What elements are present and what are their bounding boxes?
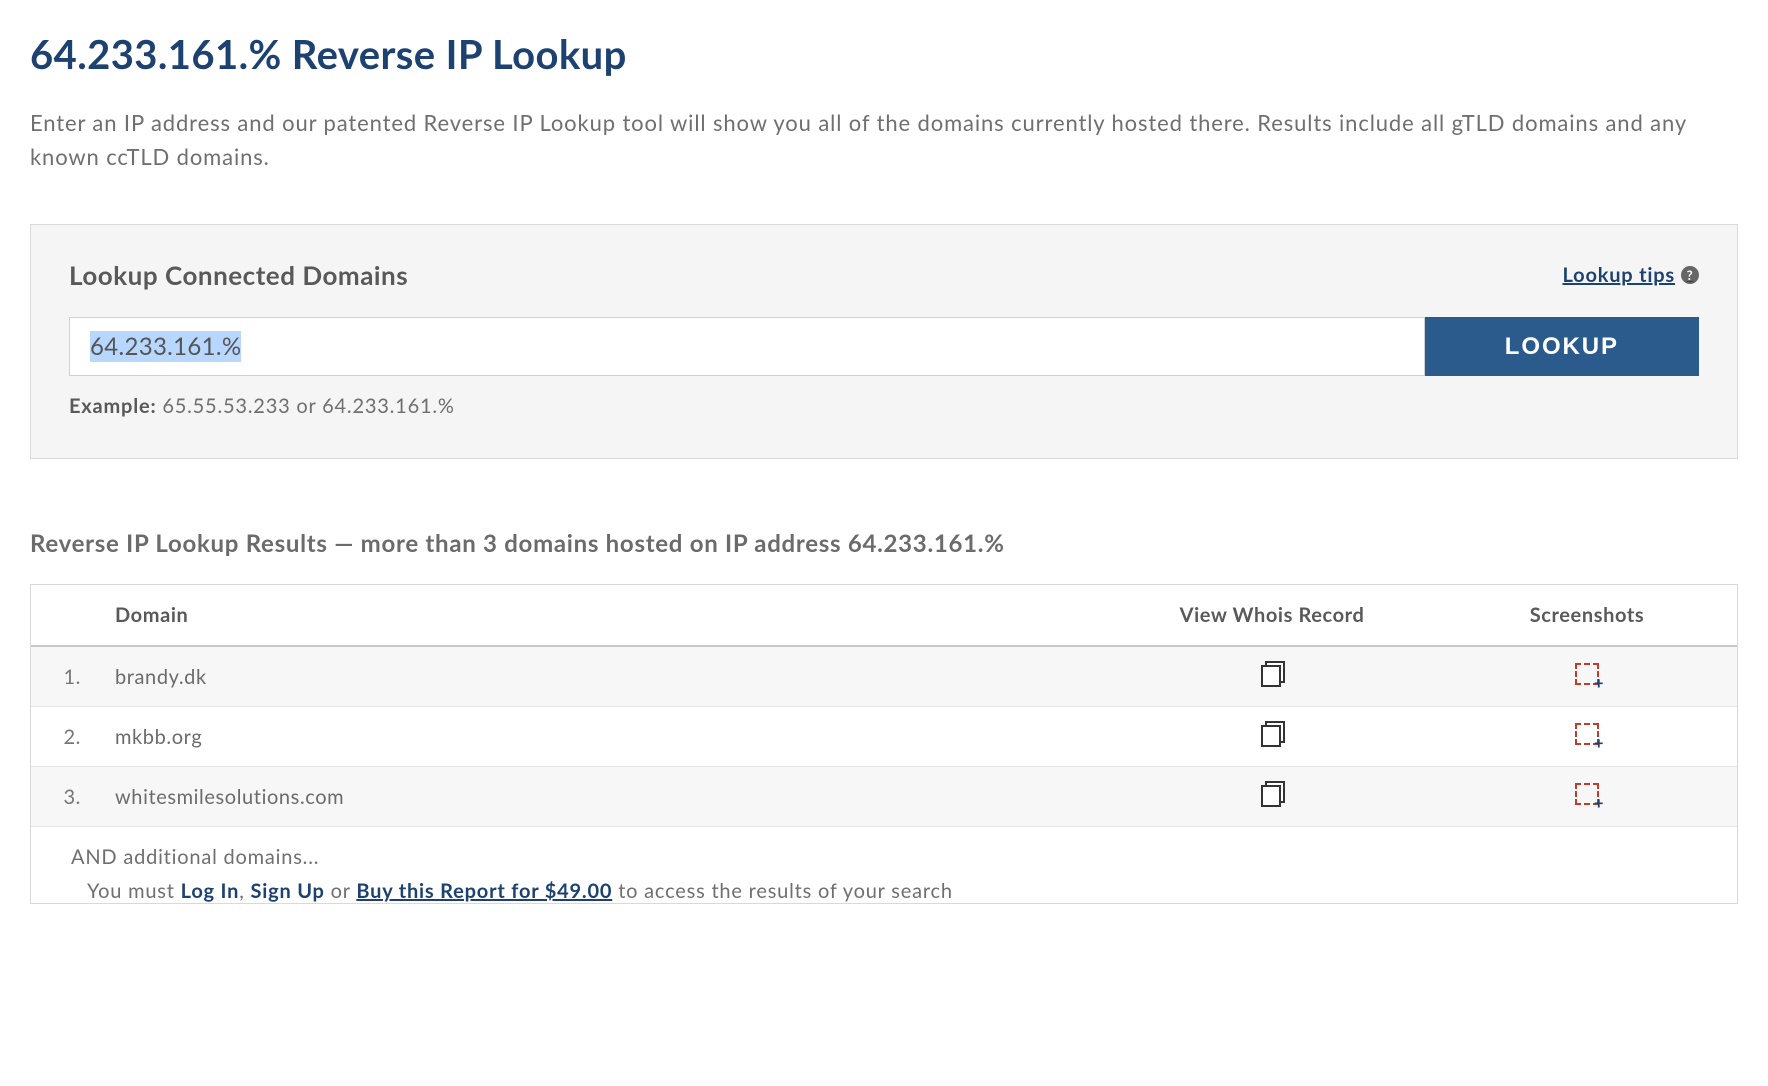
login-link[interactable]: Log In <box>181 879 240 903</box>
screenshot-icon[interactable] <box>1575 663 1599 685</box>
must-prefix: You must <box>87 879 181 903</box>
page-title: 64.233.161.% Reverse IP Lookup <box>30 30 1738 78</box>
whois-icon[interactable] <box>1262 723 1282 745</box>
col-domain: Domain <box>101 585 1107 646</box>
row-index: 3. <box>31 767 101 827</box>
row-domain: mkbb.org <box>101 707 1107 767</box>
help-icon: ? <box>1681 266 1699 284</box>
example-line: Example: 65.55.53.233 or 64.233.161.% <box>69 394 1699 418</box>
whois-icon[interactable] <box>1262 663 1282 685</box>
signup-link[interactable]: Sign Up <box>250 879 324 903</box>
results-panel: Domain View Whois Record Screenshots 1. … <box>30 584 1738 904</box>
lookup-heading: Lookup Connected Domains <box>69 259 408 291</box>
example-value: 65.55.53.233 or 64.233.161.% <box>162 394 454 418</box>
row-domain: whitesmilesolutions.com <box>101 767 1107 827</box>
example-label: Example: <box>69 394 156 418</box>
buy-report-link[interactable]: Buy this Report for $49.00 <box>356 879 612 903</box>
table-row: 1. brandy.dk <box>31 646 1737 707</box>
must-login-line: You must Log In, Sign Up or Buy this Rep… <box>31 875 1737 903</box>
whois-icon[interactable] <box>1262 783 1282 805</box>
table-row: 2. mkbb.org <box>31 707 1737 767</box>
sep-comma: , <box>239 879 250 903</box>
col-whois: View Whois Record <box>1107 585 1437 646</box>
must-suffix: to access the results of your search <box>612 879 953 903</box>
ip-input-value: 64.233.161.% <box>90 331 241 362</box>
intro-text: Enter an IP address and our patented Rev… <box>30 106 1738 174</box>
sep-or: or <box>325 879 357 903</box>
col-screenshots: Screenshots <box>1437 585 1737 646</box>
results-heading: Reverse IP Lookup Results — more than 3 … <box>30 529 1738 558</box>
screenshot-icon[interactable] <box>1575 723 1599 745</box>
lookup-button[interactable]: LOOKUP <box>1425 317 1699 376</box>
lookup-tips-label: Lookup tips <box>1562 263 1675 287</box>
and-more-text: AND additional domains... <box>31 827 1737 875</box>
row-index: 1. <box>31 646 101 707</box>
results-table: Domain View Whois Record Screenshots 1. … <box>31 585 1737 827</box>
row-index: 2. <box>31 707 101 767</box>
lookup-panel: Lookup Connected Domains Lookup tips ? 6… <box>30 224 1738 459</box>
lookup-tips-link[interactable]: Lookup tips ? <box>1562 263 1699 287</box>
ip-input[interactable]: 64.233.161.% <box>69 317 1425 376</box>
table-row: 3. whitesmilesolutions.com <box>31 767 1737 827</box>
screenshot-icon[interactable] <box>1575 783 1599 805</box>
row-domain: brandy.dk <box>101 646 1107 707</box>
